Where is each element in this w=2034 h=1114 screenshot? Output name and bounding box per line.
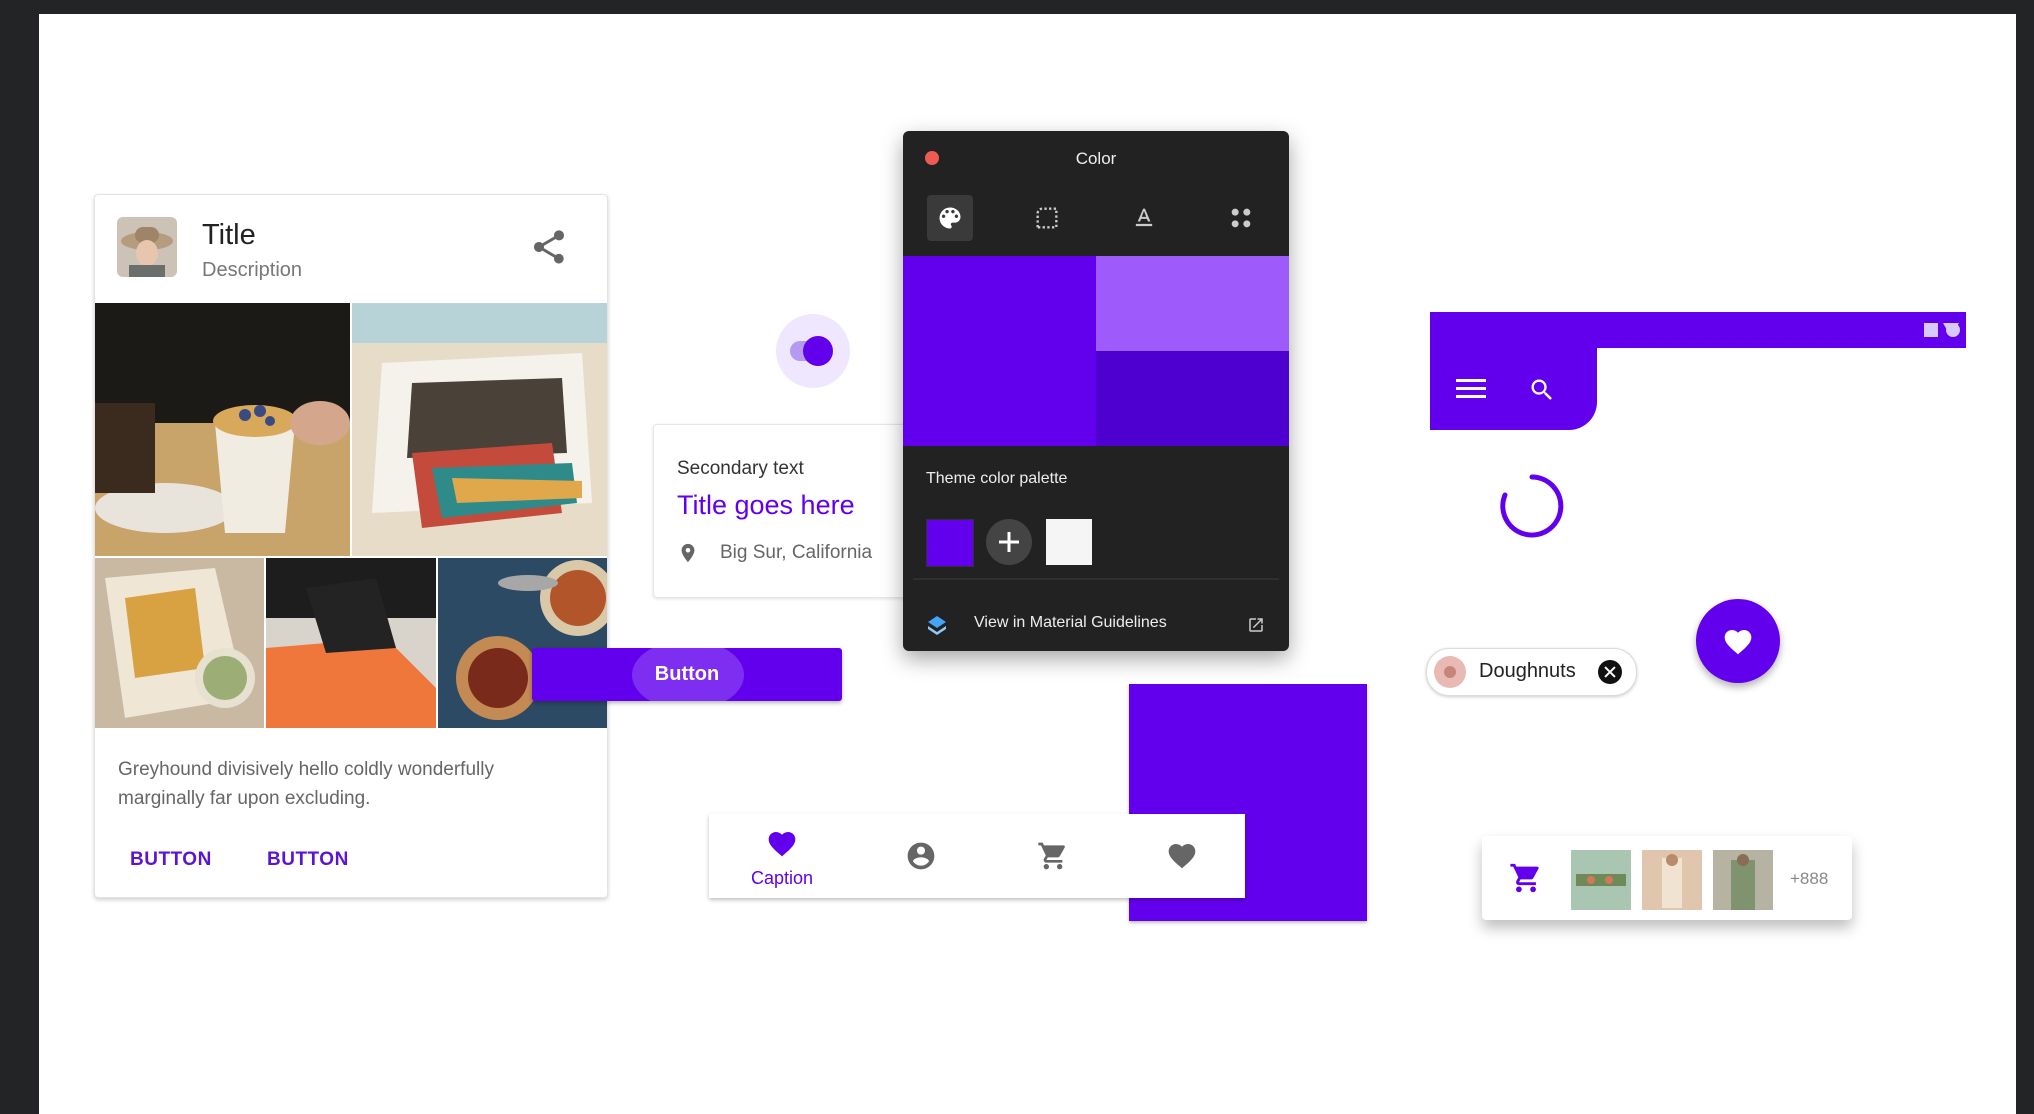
shape-corner-icon xyxy=(1036,207,1058,229)
card-title: Title xyxy=(202,219,256,251)
heart-outline-icon xyxy=(1168,844,1196,869)
location-pin-icon xyxy=(677,540,699,566)
chip-avatar xyxy=(1434,656,1466,688)
apps-icon xyxy=(1231,208,1251,228)
secondary-text: Secondary text xyxy=(677,458,804,479)
open-in-new-icon[interactable] xyxy=(1247,616,1265,634)
panel-title: Color xyxy=(1075,149,1117,168)
nav-item-favorites[interactable]: Caption xyxy=(742,814,822,898)
search-icon[interactable] xyxy=(1528,376,1556,409)
app-bar-extension xyxy=(1430,348,1597,430)
primary-swatch[interactable] xyxy=(903,256,1096,446)
media-card: Title Description Greyhound divisively h… xyxy=(94,194,608,898)
list-title[interactable]: Title goes here xyxy=(677,490,855,521)
heart-icon xyxy=(1724,630,1752,655)
chip-label: Doughnuts xyxy=(1479,660,1576,682)
material-logo-icon xyxy=(926,614,948,636)
photo-parfait[interactable] xyxy=(95,303,350,556)
card-body-text: Greyhound divisively hello coldly wonder… xyxy=(118,759,494,809)
location-text: Big Sur, California xyxy=(720,542,873,563)
canvas: Title Description Greyhound divisively h… xyxy=(39,14,2016,1114)
nav-caption: Caption xyxy=(750,868,814,888)
nav-item-account[interactable] xyxy=(881,814,961,898)
account-circle-icon xyxy=(907,842,935,870)
cart-icon xyxy=(1038,842,1065,870)
progress-spinner xyxy=(1497,471,1567,541)
status-triangle-icon xyxy=(1943,323,1959,342)
heart-icon xyxy=(768,832,796,857)
bottom-navigation: Caption xyxy=(709,814,1245,898)
card-description: Description xyxy=(202,259,303,281)
cart-thumbnail-1[interactable] xyxy=(1571,850,1631,910)
primary-dark-swatch[interactable] xyxy=(1096,351,1289,446)
more-count: +888 xyxy=(1790,869,1829,888)
cart-preview-bar: +888 xyxy=(1482,836,1852,920)
contained-button[interactable]: Button xyxy=(532,648,842,701)
add-color-icon[interactable] xyxy=(986,519,1032,565)
tab-typography[interactable] xyxy=(1121,195,1167,241)
theme-color-surface[interactable] xyxy=(1046,519,1092,565)
theme-palette-label: Theme color palette xyxy=(926,470,1068,487)
theme-color-primary[interactable] xyxy=(926,519,974,567)
primary-light-swatch[interactable] xyxy=(1096,256,1289,351)
text-format-icon xyxy=(1135,208,1153,227)
contained-button-label: Button xyxy=(654,663,720,685)
tab-components[interactable] xyxy=(1218,195,1264,241)
toggle-switch[interactable] xyxy=(776,314,850,388)
panel-divider xyxy=(913,578,1279,580)
avatar xyxy=(117,217,177,277)
status-square-icon xyxy=(1924,323,1938,337)
material-guidelines-link[interactable]: View in Material Guidelines xyxy=(974,614,1167,632)
color-panel: Color Theme color palette View in Materi… xyxy=(903,131,1289,651)
cart-icon[interactable] xyxy=(1509,861,1543,900)
photo-beach-car[interactable] xyxy=(352,303,607,556)
nav-item-cart[interactable] xyxy=(1013,814,1093,898)
input-chip[interactable]: Doughnuts xyxy=(1426,648,1637,696)
favorite-fab[interactable] xyxy=(1696,599,1780,683)
card-button-1[interactable]: BUTTON xyxy=(130,849,212,871)
photo-dishes[interactable] xyxy=(438,558,607,728)
photo-salmon[interactable] xyxy=(266,558,436,728)
photo-fries[interactable] xyxy=(95,558,264,728)
menu-icon[interactable] xyxy=(1456,376,1486,407)
nav-item-likes[interactable] xyxy=(1142,814,1222,898)
card-button-2[interactable]: BUTTON xyxy=(267,849,349,871)
switch-thumb xyxy=(803,336,833,366)
palette-icon xyxy=(939,207,961,229)
chip-close-icon[interactable] xyxy=(1598,660,1622,684)
cart-thumbnail-2[interactable] xyxy=(1642,850,1702,910)
cart-thumbnail-3[interactable] xyxy=(1713,850,1773,910)
top-app-bar xyxy=(1430,312,1966,348)
share-icon[interactable] xyxy=(529,227,569,267)
tab-color[interactable] xyxy=(927,195,973,241)
tab-shape[interactable] xyxy=(1024,195,1070,241)
